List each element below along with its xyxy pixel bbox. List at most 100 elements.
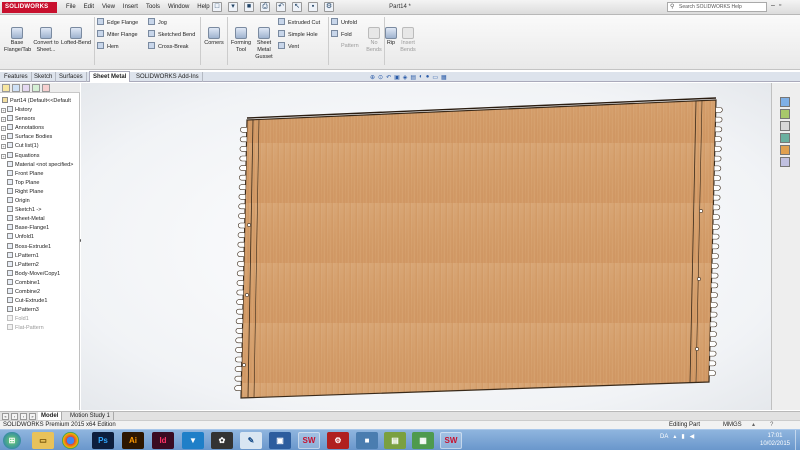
miter-flange-button[interactable]: Miter Flange xyxy=(97,30,138,39)
next-tab-icon[interactable]: › xyxy=(20,413,27,420)
tab-surfaces[interactable]: Surfaces xyxy=(56,72,87,82)
tree-item[interactable]: Base-Flange1 xyxy=(0,224,80,233)
jog-button[interactable]: Jog xyxy=(148,18,167,27)
menu-tools[interactable]: Tools xyxy=(142,0,164,15)
prev-tab-icon[interactable]: ‹ xyxy=(11,413,18,420)
illustrator-icon[interactable]: Ai xyxy=(122,432,144,449)
file-explorer-icon[interactable] xyxy=(780,121,790,131)
display-style-icon[interactable]: ▤ xyxy=(410,74,416,81)
expand-icon[interactable]: + xyxy=(1,108,6,114)
tree-item[interactable]: Combine1 xyxy=(0,278,80,288)
vectorworks-icon[interactable]: ▼ xyxy=(182,432,204,449)
expand-icon[interactable]: + xyxy=(1,126,6,132)
solidworks-logo[interactable]: SOLIDWORKS xyxy=(2,2,57,13)
sheet-metal-gusset-button[interactable]: Sheet Metal Gusset xyxy=(254,27,274,61)
tree-item[interactable]: LPattern3 xyxy=(0,306,80,315)
insert-bends-button[interactable]: Insert Bends xyxy=(398,27,418,54)
view-settings-icon[interactable]: ▦ xyxy=(441,74,447,81)
extruded-cut-button[interactable]: Extruded Cut xyxy=(278,18,320,27)
graphics-area[interactable] xyxy=(81,83,771,450)
hem-button[interactable]: Hem xyxy=(97,42,119,51)
app-icon[interactable]: ■ xyxy=(356,432,378,449)
menu-view[interactable]: View xyxy=(98,0,119,15)
expand-icon[interactable]: + xyxy=(1,135,6,141)
tray-expand-icon[interactable]: ▴ xyxy=(673,433,676,440)
tab-add-ins[interactable]: SOLIDWORKS Add-Ins xyxy=(133,72,203,82)
virtualbox-icon[interactable]: ▣ xyxy=(269,432,291,449)
fold-button[interactable]: Fold xyxy=(331,30,352,39)
cross-break-button[interactable]: Cross-Break xyxy=(148,42,189,51)
tree-item[interactable]: Material <not specified> xyxy=(0,160,80,170)
tree-item[interactable]: Body-Move/Copy1 xyxy=(0,269,80,279)
sheet-metal-part[interactable] xyxy=(81,83,771,410)
paint-icon[interactable]: ✎ xyxy=(240,432,262,449)
inkscape-icon[interactable]: ✿ xyxy=(211,432,233,449)
zoom-to-fit-icon[interactable]: ⊕ xyxy=(370,74,375,81)
pattern-button[interactable]: Pattern xyxy=(341,42,359,50)
appearances-icon[interactable] xyxy=(780,145,790,155)
spreadsheet-icon[interactable]: ▦ xyxy=(412,432,434,449)
unfold-button[interactable]: Unfold xyxy=(331,18,357,27)
corners-button[interactable]: Corners xyxy=(203,27,225,47)
select-pointer-icon[interactable]: ↖ xyxy=(292,2,302,12)
indesign-icon[interactable]: Id xyxy=(152,432,174,449)
expand-icon[interactable]: + xyxy=(1,144,6,150)
expand-icon[interactable]: + xyxy=(1,117,6,123)
maximize-icon[interactable]: ▫ xyxy=(779,2,781,9)
options-gear-icon[interactable]: ⚙ xyxy=(324,2,334,12)
network-icon[interactable]: ▮ xyxy=(681,433,684,440)
clock[interactable]: 17:01 10/02/2015 xyxy=(755,432,795,448)
tree-item[interactable]: + Annotations xyxy=(0,124,80,133)
forming-tool-button[interactable]: Forming Tool xyxy=(229,27,253,54)
menu-help[interactable]: Help xyxy=(193,0,213,15)
custom-properties-icon[interactable] xyxy=(780,157,790,167)
help-search-input[interactable]: ⚲ Search SOLIDWORKS Help xyxy=(667,2,767,12)
tree-item[interactable]: Unfold1 xyxy=(0,233,80,242)
lofted-bend-button[interactable]: Lofted-Bend xyxy=(59,27,93,47)
tree-item[interactable]: + History xyxy=(0,106,80,115)
status-units-dropdown-icon[interactable]: ▴ xyxy=(752,421,755,429)
menu-file[interactable]: File xyxy=(62,0,80,15)
dimxpert-tab-icon[interactable] xyxy=(32,84,40,92)
design-library-icon[interactable] xyxy=(780,109,790,119)
settings-icon[interactable]: ⚙ xyxy=(327,432,349,449)
tree-item[interactable]: Front Plane xyxy=(0,169,80,179)
first-tab-icon[interactable]: « xyxy=(2,413,9,420)
tree-item[interactable]: LPattern1 xyxy=(0,251,80,261)
show-desktop-button[interactable] xyxy=(795,430,800,450)
tree-item[interactable]: Combine2 xyxy=(0,287,80,297)
base-flange-button[interactable]: Base Flange/Tab xyxy=(4,27,31,54)
tree-item[interactable]: LPattern2 xyxy=(0,260,80,270)
configuration-manager-tab-icon[interactable] xyxy=(22,84,30,92)
zoom-to-area-icon[interactable]: ⊙ xyxy=(378,74,383,81)
tree-item[interactable]: Origin xyxy=(0,197,80,206)
tree-item[interactable]: Sketch1 -> xyxy=(0,206,80,215)
tree-item[interactable]: Top Plane xyxy=(0,178,80,188)
rip-button[interactable]: Rip xyxy=(385,27,397,47)
photoshop-icon[interactable]: Ps xyxy=(92,432,114,449)
sketched-bend-button[interactable]: Sketched Bend xyxy=(148,30,195,39)
tree-item[interactable]: Fold1 xyxy=(0,315,80,324)
convert-to-sheet-button[interactable]: Convert to Sheet... xyxy=(33,27,59,54)
apply-scene-icon[interactable]: ▭ xyxy=(432,74,438,81)
solidworks-active-icon[interactable]: SW xyxy=(440,432,462,449)
vent-button[interactable]: Vent xyxy=(278,42,299,51)
language-indicator[interactable]: DA xyxy=(660,434,668,440)
section-view-icon[interactable]: ▣ xyxy=(394,74,400,81)
help-icon[interactable]: ? xyxy=(770,421,773,429)
view-palette-icon[interactable] xyxy=(780,133,790,143)
explorer-icon[interactable]: ▭ xyxy=(32,432,54,449)
tree-item[interactable]: + Surface Bodies xyxy=(0,133,80,142)
tab-features[interactable]: Features xyxy=(1,72,32,82)
tree-item[interactable]: Sheet-Metal xyxy=(0,215,80,224)
simple-hole-button[interactable]: Simple Hole xyxy=(278,30,318,39)
menu-insert[interactable]: Insert xyxy=(119,0,142,15)
start-orb-icon[interactable]: ⊞ xyxy=(3,432,21,449)
tree-item[interactable]: Boss-Extrude1 xyxy=(0,242,80,252)
last-tab-icon[interactable]: » xyxy=(29,413,36,420)
tree-item[interactable]: Right Plane xyxy=(0,187,80,197)
wood-panel[interactable] xyxy=(234,97,723,399)
tree-item[interactable]: Cut-Extrude1 xyxy=(0,297,80,306)
property-manager-tab-icon[interactable] xyxy=(12,84,20,92)
edit-appearance-icon[interactable]: ● xyxy=(426,74,430,81)
